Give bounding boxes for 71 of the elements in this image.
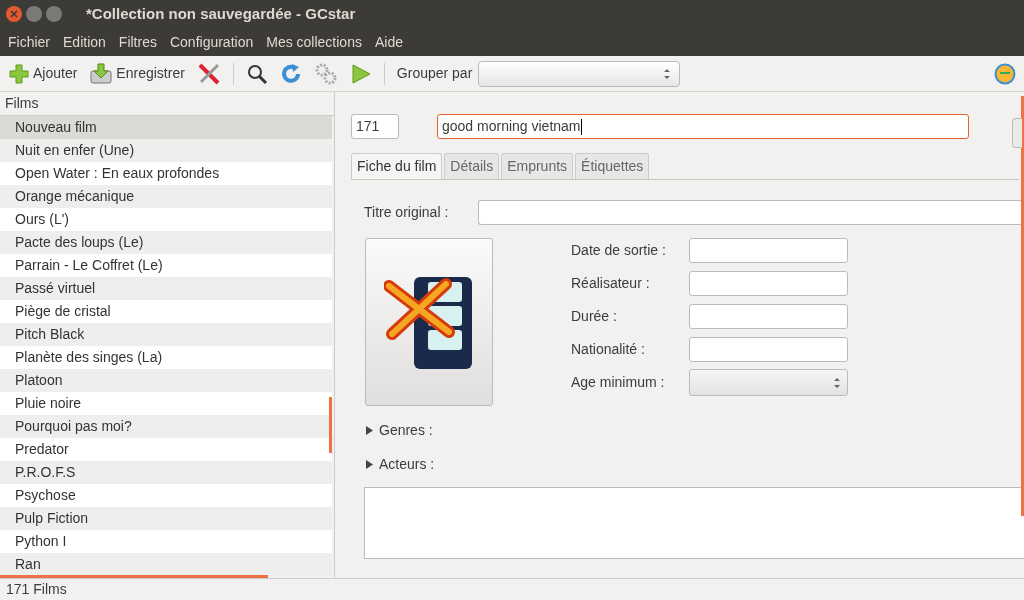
notes-area[interactable] (364, 487, 1024, 559)
add-button[interactable]: Ajouter (8, 63, 79, 84)
list-item[interactable]: Pluie noire (0, 392, 332, 415)
list-item[interactable]: P.R.O.F.S (0, 461, 332, 484)
menu-item[interactable]: Configuration (169, 31, 254, 53)
list-item[interactable]: Orange mécanique (0, 185, 332, 208)
window-title: *Collection non sauvegardée - GCstar (86, 3, 356, 24)
list-item[interactable]: Pitch Black (0, 323, 332, 346)
list-item[interactable]: Planète des singes (La) (0, 346, 332, 369)
expander[interactable]: Acteurs : (351, 454, 1024, 475)
menu-item[interactable]: Aide (374, 31, 403, 53)
id-field[interactable]: 171 (351, 114, 399, 139)
age-spin-field[interactable] (689, 369, 848, 396)
tab[interactable]: Emprunts (501, 153, 574, 179)
original-title-field[interactable] (478, 200, 1024, 225)
save-button[interactable]: Enregistrer (90, 62, 185, 85)
cover-button[interactable] (365, 238, 493, 406)
field-label: Durée : (571, 307, 618, 326)
status-text: 171 Films (6, 580, 67, 599)
text-field[interactable] (689, 337, 848, 362)
search-icon[interactable] (245, 62, 268, 85)
refresh-icon[interactable] (279, 62, 302, 85)
list-item[interactable]: Piège de cristal (0, 300, 332, 323)
text-field[interactable] (689, 271, 848, 296)
list-item[interactable]: Open Water : En eaux profondes (0, 162, 332, 185)
close-icon[interactable] (6, 6, 22, 22)
scrollbar[interactable] (0, 575, 268, 578)
menu-item[interactable]: Filtres (118, 31, 157, 53)
spin-arrows-icon (663, 67, 672, 80)
list-item[interactable]: Ours (L') (0, 208, 332, 231)
title-field[interactable]: good morning vietnam (437, 114, 969, 139)
menu-item[interactable]: Edition (63, 31, 106, 53)
list-item[interactable]: Pourquoi pas moi? (0, 415, 332, 438)
list-item[interactable]: Passé virtuel (0, 277, 332, 300)
list-item[interactable]: Pacte des loups (Le) (0, 231, 332, 254)
film-crossed-icon (384, 274, 474, 370)
text-field[interactable] (689, 304, 848, 329)
list-item[interactable]: Psychose (0, 484, 332, 507)
list-item[interactable]: Nouveau film (0, 116, 332, 139)
scrollbar[interactable] (329, 397, 332, 453)
list-item[interactable]: Python I (0, 530, 332, 553)
field-label: Réalisateur : (571, 274, 651, 293)
field-label: Age minimum : (571, 373, 666, 392)
field-label: Date de sortie : (571, 241, 667, 260)
field-label: Nationalité : (571, 340, 646, 359)
tab[interactable]: Étiquettes (575, 153, 650, 179)
gears-icon[interactable] (313, 61, 338, 86)
field-label: Titre original : (364, 203, 449, 222)
list-item[interactable]: Parrain - Le Coffret (Le) (0, 254, 332, 277)
group-by-dropdown[interactable] (478, 60, 681, 87)
list-item[interactable]: Platoon (0, 369, 332, 392)
tab[interactable]: Fiche du film (351, 153, 443, 179)
plus-icon (9, 63, 29, 84)
drive-download-icon (90, 62, 113, 85)
maximize-icon[interactable] (46, 6, 62, 22)
expander[interactable]: Genres : (351, 420, 1024, 441)
tab[interactable]: Détails (444, 153, 500, 179)
caret-right-icon (365, 460, 374, 469)
play-icon[interactable] (349, 62, 372, 85)
list-item[interactable]: Nuit en enfer (Une) (0, 139, 332, 162)
list-item[interactable]: Pulp Fiction (0, 507, 332, 530)
menu-item[interactable]: Mes collections (266, 31, 362, 53)
side-button[interactable] (1012, 118, 1022, 148)
caret-right-icon (365, 426, 374, 435)
group-by-label: Grouper par (396, 64, 473, 83)
spin-arrows-icon (833, 376, 841, 389)
text-field[interactable] (689, 238, 848, 263)
list-item[interactable]: Ran (0, 553, 332, 576)
list-item[interactable]: Predator (0, 438, 332, 461)
minimize-icon[interactable] (26, 6, 42, 22)
menu-item[interactable]: Fichier (8, 31, 50, 53)
